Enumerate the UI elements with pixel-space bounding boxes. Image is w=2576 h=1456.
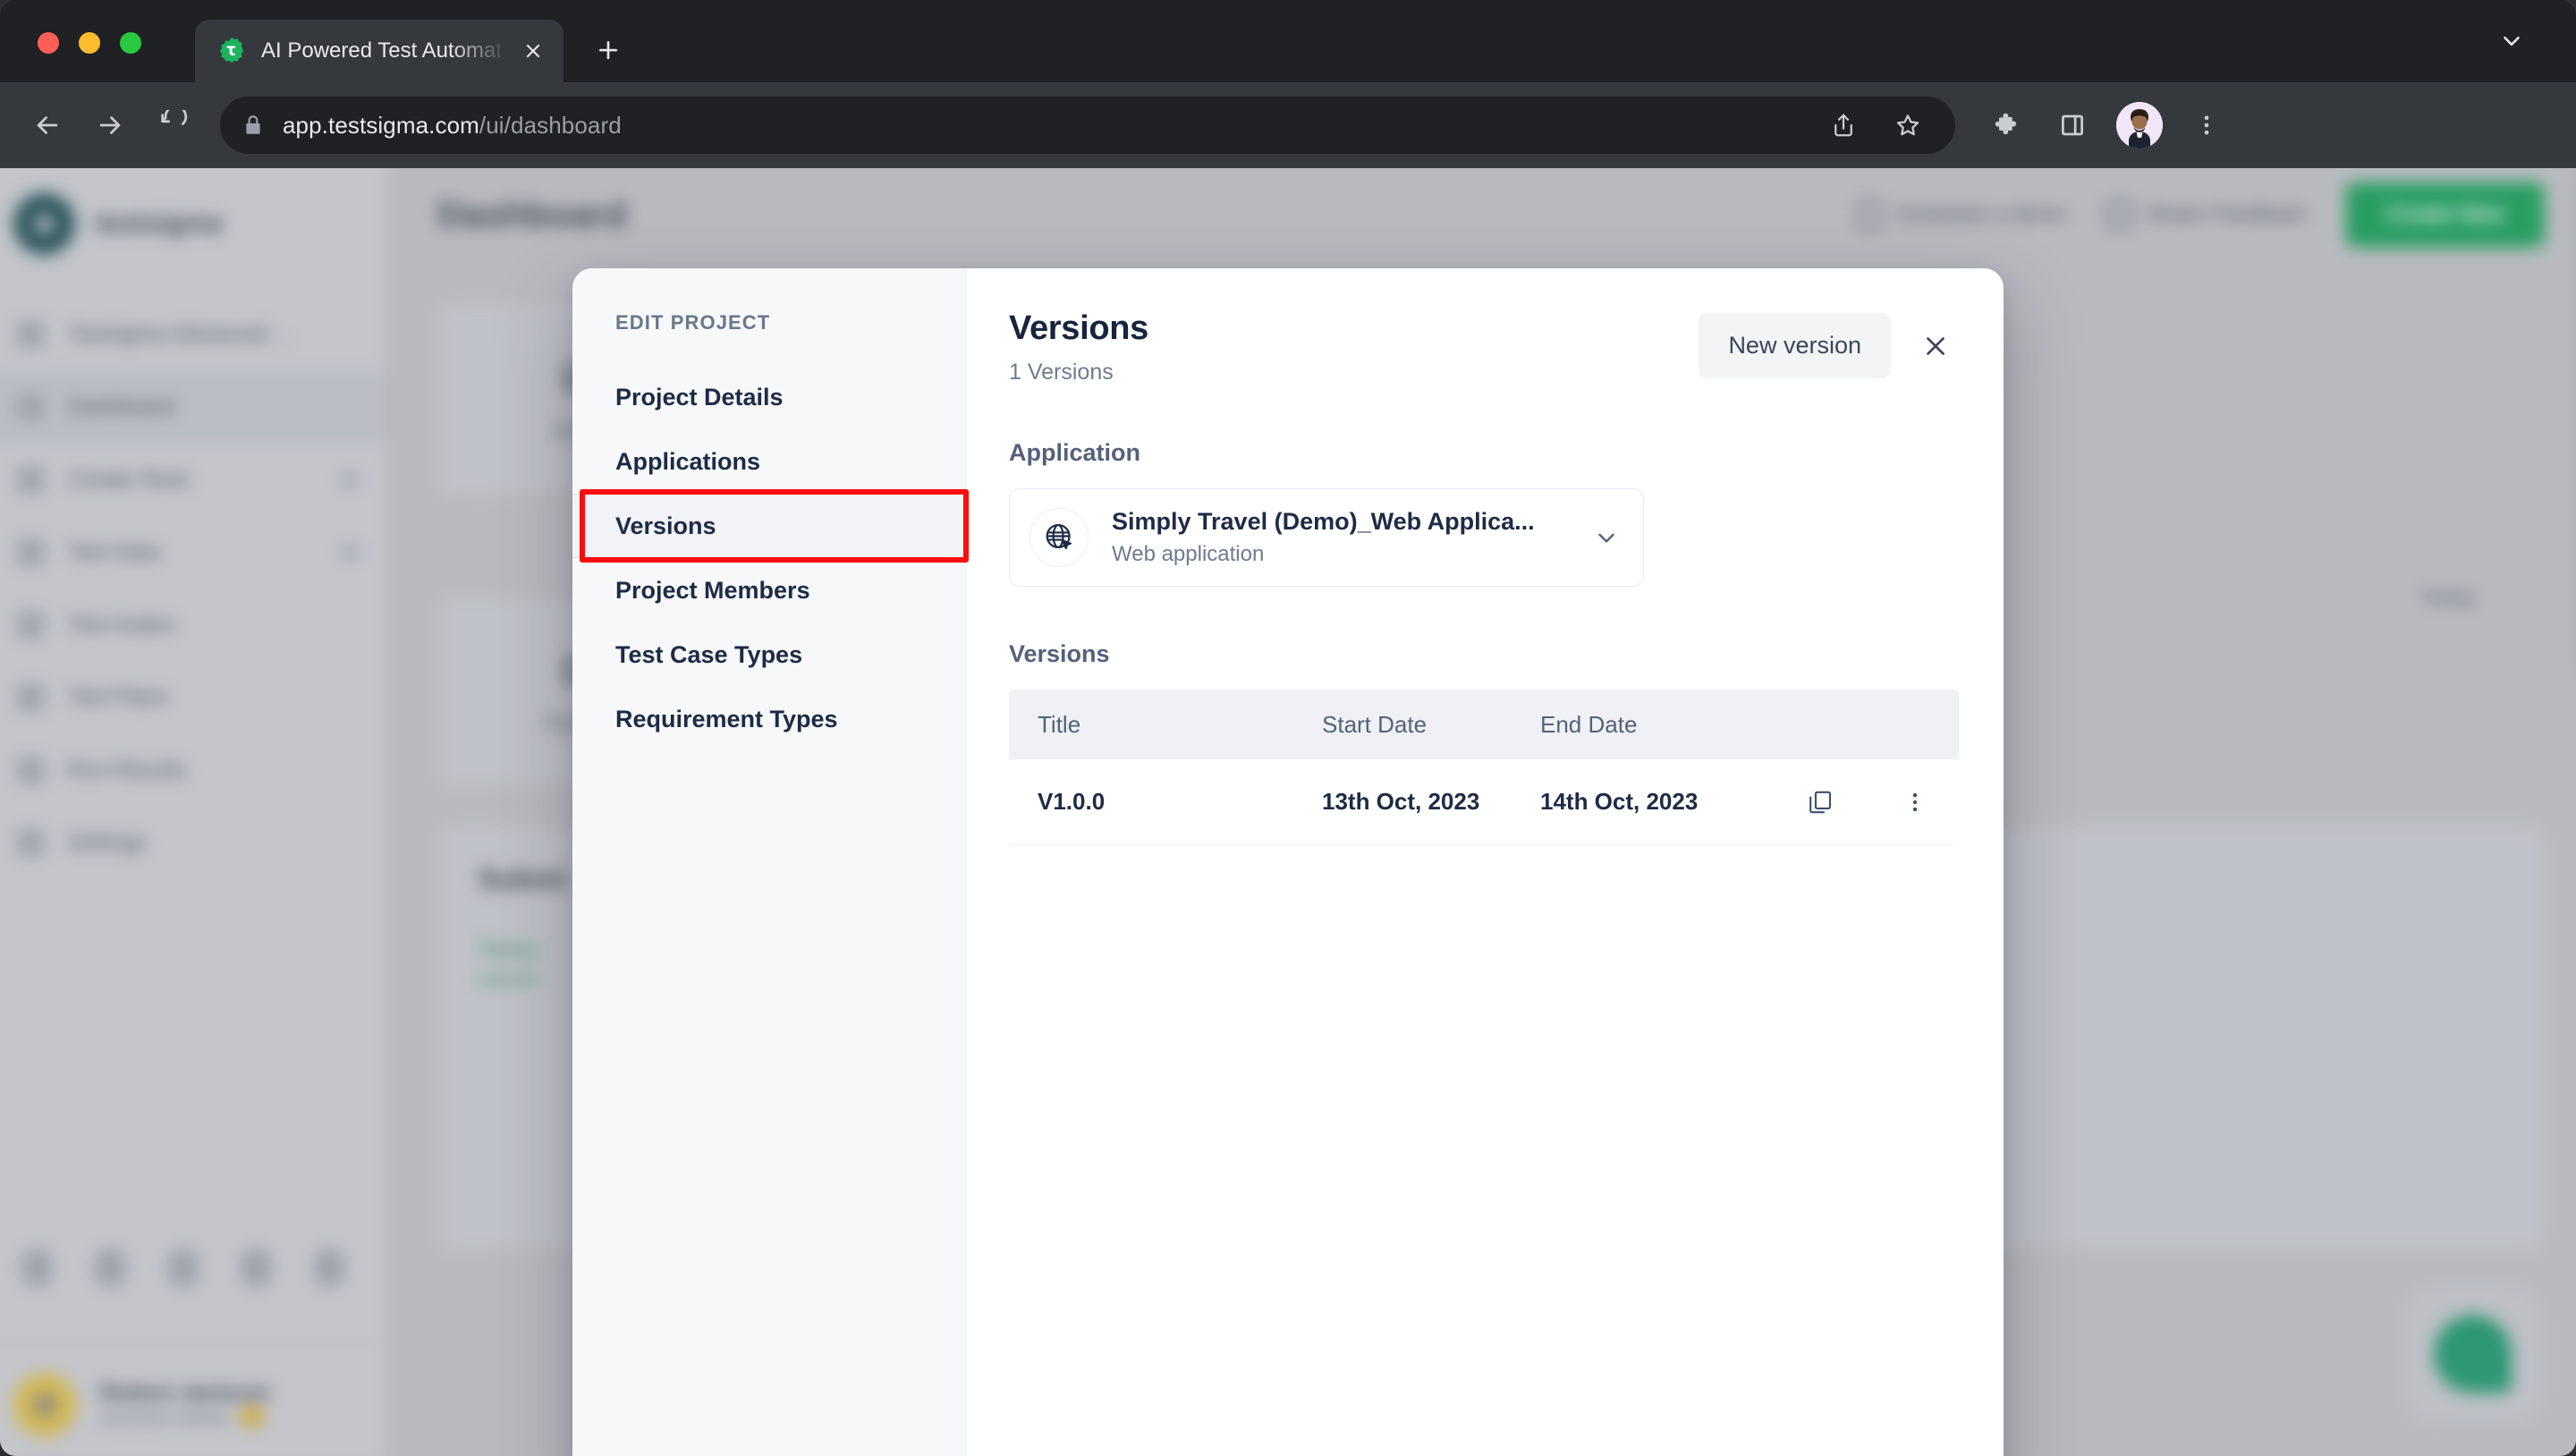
close-icon[interactable]: [1912, 323, 1959, 369]
sidebar-item-label: Project Details: [615, 383, 784, 411]
modal-sidebar: EDIT PROJECT Project Details Application…: [572, 268, 969, 1456]
application-section-label: Application: [1009, 439, 1140, 466]
reload-icon[interactable]: [145, 97, 200, 153]
side-panel-icon[interactable]: [2052, 105, 2093, 146]
table-header-row: Title Start Date End Date: [1009, 690, 1959, 759]
forward-icon[interactable]: [82, 97, 138, 153]
puzzle-icon[interactable]: [1987, 105, 2029, 146]
url-host: app.testsigma.com: [283, 111, 479, 139]
application-name: Simply Travel (Demo)_Web Applica...: [1112, 508, 1535, 535]
page-viewport: testsigma Testsigma Advanced ... Dashboa…: [0, 168, 2576, 1456]
application-type: Web application: [1112, 542, 1265, 566]
modal-sidebar-menu: Project Details Applications Versions Pr…: [572, 365, 969, 751]
sidebar-item-label: Versions: [615, 512, 716, 539]
close-window-button[interactable]: [38, 32, 59, 54]
sidebar-item-applications[interactable]: Applications: [572, 429, 965, 494]
close-tab-button[interactable]: [515, 33, 551, 69]
window-traffic-lights: [38, 32, 141, 54]
row-menu-icon[interactable]: [1894, 782, 1936, 823]
globe-cursor-icon: [1030, 508, 1089, 567]
modal-title: Versions: [1009, 309, 1149, 347]
browser-window: AI Powered Test Automation P: [0, 0, 2576, 1456]
column-header-end-date: End Date: [1540, 710, 1638, 738]
new-version-button[interactable]: New version: [1699, 313, 1891, 378]
table-row[interactable]: V1.0.0 13th Oct, 2023 14th Oct, 2023: [1009, 759, 1959, 845]
address-bar-url: app.testsigma.com/ui/dashboard: [283, 112, 622, 140]
cell-start-date: 13th Oct, 2023: [1322, 788, 1480, 815]
new-tab-button[interactable]: [583, 25, 633, 75]
browser-tab-strip: AI Powered Test Automation P: [0, 0, 2576, 82]
browser-tab-title: AI Powered Test Automation P: [261, 38, 501, 63]
modal-sidebar-kicker: EDIT PROJECT: [615, 311, 771, 334]
edit-project-modal: EDIT PROJECT Project Details Application…: [572, 268, 2004, 1456]
browser-tab[interactable]: AI Powered Test Automation P: [195, 20, 564, 82]
copy-icon[interactable]: [1800, 782, 1841, 823]
chevron-down-icon[interactable]: [1593, 524, 1620, 551]
sidebar-item-project-details[interactable]: Project Details: [572, 365, 965, 429]
profile-avatar[interactable]: [2116, 102, 2163, 148]
cell-version-title: V1.0.0: [1038, 788, 1106, 815]
testsigma-logo-icon: [216, 36, 247, 66]
versions-count: 1 Versions: [1009, 360, 1114, 385]
maximize-window-button[interactable]: [120, 32, 141, 54]
browser-toolbar: app.testsigma.com/ui/dashboard: [0, 82, 2576, 168]
modal-content: Versions 1 Versions New version Applicat…: [966, 268, 2004, 1456]
sidebar-item-label: Test Case Types: [615, 640, 803, 668]
modal-header: Versions 1 Versions New version: [1009, 309, 1959, 385]
url-path: /ui/dashboard: [479, 111, 622, 139]
column-header-title: Title: [1038, 710, 1081, 738]
sidebar-item-requirement-types[interactable]: Requirement Types: [572, 687, 965, 751]
column-header-start-date: Start Date: [1322, 710, 1428, 738]
versions-table: Title Start Date End Date V1.0.0 13th Oc…: [1009, 690, 1959, 845]
sidebar-item-label: Requirement Types: [615, 705, 838, 732]
back-icon[interactable]: [20, 97, 75, 153]
chevron-down-icon[interactable]: [2487, 21, 2537, 61]
star-icon[interactable]: [1887, 105, 1928, 146]
application-select[interactable]: Simply Travel (Demo)_Web Applica... Web …: [1009, 488, 1644, 587]
sidebar-item-label: Project Members: [615, 576, 810, 604]
sidebar-item-project-members[interactable]: Project Members: [572, 558, 965, 622]
minimize-window-button[interactable]: [79, 32, 100, 54]
cell-end-date: 14th Oct, 2023: [1540, 788, 1699, 815]
sidebar-item-test-case-types[interactable]: Test Case Types: [572, 622, 965, 687]
sidebar-item-versions[interactable]: Versions: [572, 489, 969, 563]
address-bar[interactable]: app.testsigma.com/ui/dashboard: [220, 97, 1955, 154]
versions-section-label: Versions: [1009, 640, 1110, 667]
browser-menu-icon[interactable]: [2186, 105, 2227, 146]
lock-icon: [242, 114, 265, 137]
share-icon[interactable]: [1823, 105, 1864, 146]
sidebar-item-label: Applications: [615, 447, 761, 475]
